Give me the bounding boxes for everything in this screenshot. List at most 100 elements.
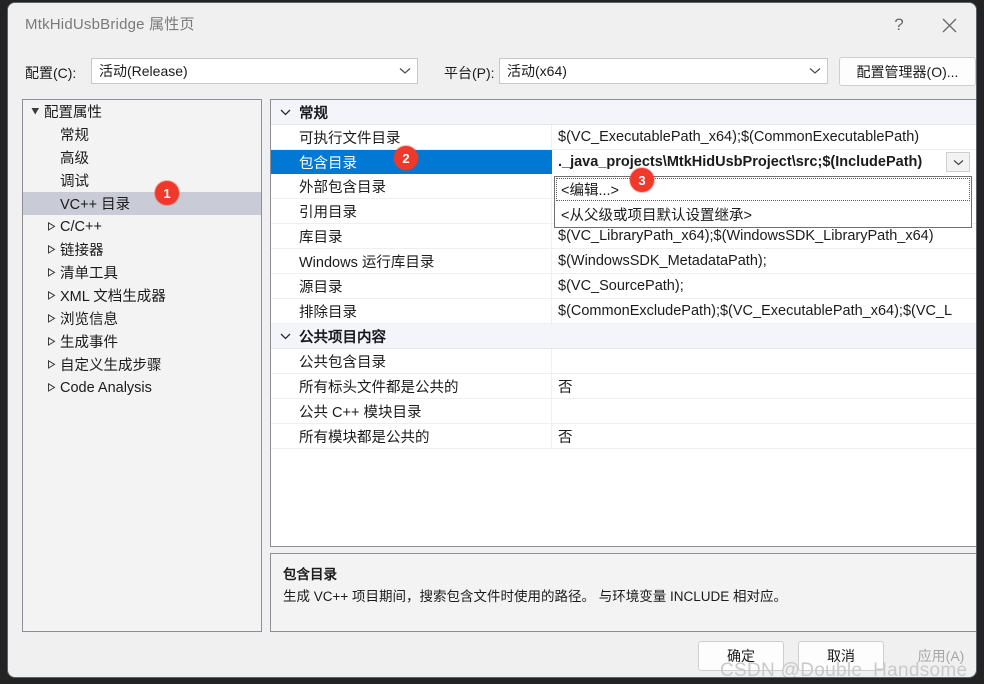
tree-item-label: 常规	[60, 128, 89, 144]
tree-item-label: C/C++	[60, 218, 102, 235]
property-name: 公共包含目录	[271, 349, 552, 373]
chevron-down-icon[interactable]	[271, 109, 299, 116]
property-group-header[interactable]: 常规	[271, 100, 976, 125]
property-name: 公共 C++ 模块目录	[271, 399, 552, 423]
property-name: 源目录	[271, 274, 552, 298]
tree-item[interactable]: 浏览信息	[23, 307, 261, 330]
tree-item[interactable]: 清单工具	[23, 261, 261, 284]
property-name: 所有标头文件都是公共的	[271, 374, 552, 398]
tree-item[interactable]: 自定义生成步骤	[23, 353, 261, 376]
tree-item-label: 浏览信息	[60, 312, 118, 328]
property-value[interactable]	[552, 349, 976, 373]
tree-item-label: 链接器	[60, 243, 104, 259]
property-grid[interactable]: 常规可执行文件目录 $(VC_ExecutablePath_x64);$(Comm…	[270, 99, 976, 547]
tree-item[interactable]: 高级	[23, 146, 261, 169]
annotation-badge-2: 2	[394, 146, 418, 170]
property-row[interactable]: 可执行文件目录 $(VC_ExecutablePath_x64);$(Common…	[271, 125, 976, 150]
tree-item[interactable]: VC++ 目录	[23, 192, 261, 215]
property-row[interactable]: 排除目录 $(CommonExcludePath);$(VC_Executable…	[271, 299, 976, 324]
property-value[interactable]: 否	[552, 424, 976, 448]
description-panel: 包含目录 生成 VC++ 项目期间，搜索包含文件时使用的路径。 与环境变量 IN…	[270, 553, 976, 632]
chevron-down-icon	[803, 67, 827, 75]
tree-item-label: 自定义生成步骤	[60, 358, 162, 374]
twisty-collapsed-icon[interactable]	[43, 337, 59, 346]
close-icon	[942, 18, 957, 33]
property-value[interactable]: $(VC_ExecutablePath_x64);$(CommonExecuta…	[552, 125, 976, 149]
property-value[interactable]: 否	[552, 374, 976, 398]
config-manager-button[interactable]: 配置管理器(O)...	[839, 57, 976, 86]
dropdown-item[interactable]: <编辑...>	[555, 177, 971, 202]
property-group-header[interactable]: 公共项目内容	[271, 324, 976, 349]
property-name: 库目录	[271, 224, 552, 248]
tree-item[interactable]: 配置属性	[23, 100, 261, 123]
tree-item-label: Code Analysis	[60, 379, 152, 396]
twisty-collapsed-icon[interactable]	[43, 360, 59, 369]
tree-item-label: 生成事件	[60, 335, 118, 351]
property-row[interactable]: 源目录 $(VC_SourcePath);	[271, 274, 976, 299]
tree-item[interactable]: XML 文档生成器	[23, 284, 261, 307]
twisty-collapsed-icon[interactable]	[43, 222, 59, 231]
chevron-down-icon[interactable]	[271, 333, 299, 340]
property-group-title: 常规	[299, 105, 328, 122]
property-value[interactable]: $(CommonExcludePath);$(VC_ExecutablePath…	[552, 299, 976, 323]
annotation-badge-3: 3	[630, 168, 654, 192]
tree-item-label: 配置属性	[44, 105, 102, 121]
twisty-collapsed-icon[interactable]	[43, 245, 59, 254]
twisty-collapsed-icon[interactable]	[43, 314, 59, 323]
platform-combobox[interactable]: 活动(x64)	[499, 58, 828, 84]
platform-label: 平台(P):	[444, 65, 495, 81]
property-value[interactable]: ._java_projects\MtkHidUsbProject\src;$(I…	[552, 150, 976, 174]
tree-item-label: VC++ 目录	[60, 197, 131, 213]
property-name: 外部包含目录	[271, 174, 552, 198]
tree-item[interactable]: C/C++	[23, 215, 261, 238]
property-value[interactable]: $(WindowsSDK_MetadataPath);	[552, 249, 976, 273]
dropdown-item[interactable]: <从父级或项目默认设置继承>	[555, 202, 971, 227]
description-title: 包含目录	[283, 567, 337, 582]
property-group-title: 公共项目内容	[299, 329, 386, 346]
tree-item[interactable]: 常规	[23, 123, 261, 146]
tree-item-label: XML 文档生成器	[60, 289, 166, 305]
property-value[interactable]: $(VC_SourcePath);	[552, 274, 976, 298]
property-row-selected[interactable]: 包含目录 ._java_projects\MtkHidUsbProject\src…	[271, 150, 976, 174]
twisty-collapsed-icon[interactable]	[43, 383, 59, 392]
twisty-expanded-icon[interactable]	[27, 107, 43, 116]
platform-value: 活动(x64)	[507, 63, 567, 79]
property-name: Windows 运行库目录	[271, 249, 552, 273]
window-title: MtkHidUsbBridge 属性页	[25, 16, 195, 33]
help-button[interactable]: ?	[876, 3, 922, 47]
watermark: CSDN @Double_Handsome	[720, 660, 968, 678]
description-body: 生成 VC++ 项目期间，搜索包含文件时使用的路径。 与环境变量 INCLUDE…	[283, 589, 788, 604]
property-name: 所有模块都是公共的	[271, 424, 552, 448]
title-bar: MtkHidUsbBridge 属性页 ?	[8, 3, 976, 47]
config-value: 活动(Release)	[99, 63, 188, 79]
tree-item[interactable]: 链接器	[23, 238, 261, 261]
property-value[interactable]	[552, 399, 976, 423]
config-label: 配置(C):	[25, 65, 77, 81]
tree-item[interactable]: Code Analysis	[23, 376, 261, 399]
include-dirs-dropdown[interactable]: <编辑...> <从父级或项目默认设置继承>	[554, 176, 972, 228]
annotation-badge-1: 1	[155, 181, 179, 205]
property-row[interactable]: 公共 C++ 模块目录	[271, 399, 976, 424]
value-dropdown-button[interactable]	[946, 152, 970, 172]
chevron-down-icon	[393, 67, 417, 75]
tree-item-label: 高级	[60, 151, 89, 167]
tree-item[interactable]: 生成事件	[23, 330, 261, 353]
close-button[interactable]	[926, 3, 972, 47]
property-row[interactable]: 所有标头文件都是公共的否	[271, 374, 976, 399]
property-pages-dialog: MtkHidUsbBridge 属性页 ? 配置(C): 活动(Release)	[7, 2, 977, 678]
tree-item-label: 清单工具	[60, 266, 118, 282]
tree-item[interactable]: 调试	[23, 169, 261, 192]
config-combobox[interactable]: 活动(Release)	[91, 58, 418, 84]
screenshot-root: MtkHidUsbBridge 属性页 ? 配置(C): 活动(Release)	[0, 0, 984, 684]
tree-item-label: 调试	[60, 174, 89, 190]
configuration-tree[interactable]: 配置属性常规高级调试 VC++ 目录 C/C++ 链接器清单工具 XML 文档生成器 浏览…	[22, 99, 262, 632]
twisty-collapsed-icon[interactable]	[43, 268, 59, 277]
property-row[interactable]: Windows 运行库目录 $(WindowsSDK_MetadataPath);	[271, 249, 976, 274]
property-row[interactable]: 所有模块都是公共的否	[271, 424, 976, 449]
property-name: 引用目录	[271, 199, 552, 223]
property-name: 可执行文件目录	[271, 125, 552, 149]
question-mark-icon: ?	[894, 15, 904, 34]
property-name: 排除目录	[271, 299, 552, 323]
twisty-collapsed-icon[interactable]	[43, 291, 59, 300]
property-row[interactable]: 公共包含目录	[271, 349, 976, 374]
